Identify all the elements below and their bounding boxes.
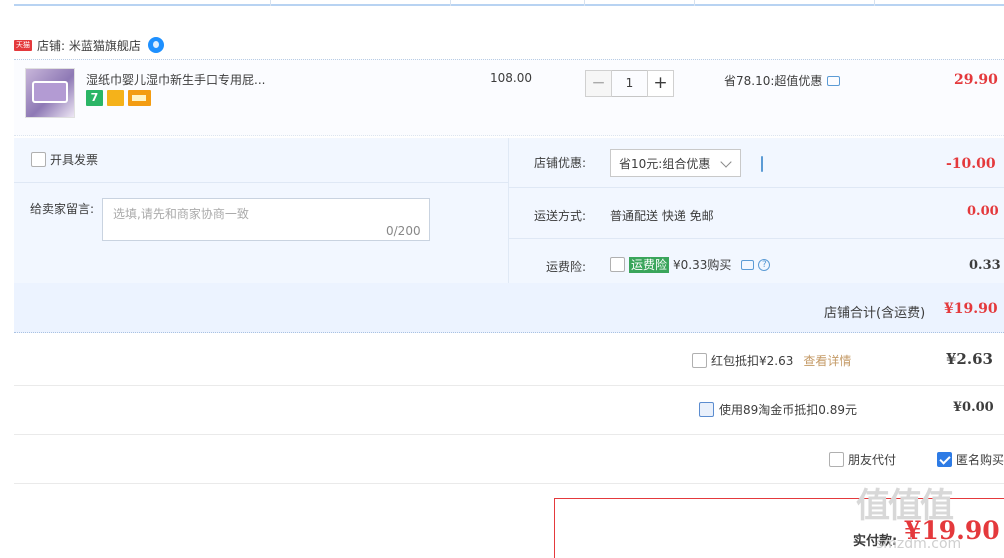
friend-pay-checkbox[interactable] [829, 452, 844, 467]
product-title[interactable]: 湿纸巾婴儿湿巾新生手口专用屁... [86, 71, 265, 88]
shipping-value: 普通配送 快递 免邮 [610, 209, 714, 223]
message-counter: 0/200 [386, 224, 421, 238]
divider [14, 385, 1004, 386]
red-packet-checkbox[interactable] [692, 353, 707, 368]
store-total-amount: ¥19.90 [944, 301, 998, 317]
red-packet-label: 红包抵扣¥2.63 [711, 354, 794, 368]
taojinbi-checkbox[interactable] [699, 402, 714, 417]
divider [14, 182, 508, 183]
invoice-checkbox[interactable] [31, 152, 46, 167]
comment-icon[interactable] [827, 75, 841, 86]
anonymous-option[interactable]: 匿名购买 [937, 451, 1004, 468]
guarantee-icon [107, 90, 124, 106]
item-subtotal: 29.90 [954, 72, 998, 88]
store-total-label: 店铺合计(含运费) [824, 306, 926, 321]
red-packet-details-link[interactable]: 查看详情 [803, 352, 851, 369]
insurance-amount: 0.33 [969, 258, 1001, 273]
help-icon[interactable]: ? [758, 258, 771, 271]
insurance-text: ¥0.33购买 [673, 258, 732, 272]
shipping-amount: 0.00 [967, 204, 999, 219]
tmall-badge-icon: 天猫 [14, 39, 32, 51]
saving-text: 省78.10:超值优惠 [724, 74, 823, 88]
column-header-bar [14, 0, 1004, 6]
comment-icon[interactable] [761, 156, 763, 172]
quantity-stepper: − 1 + [585, 70, 674, 97]
friend-pay-option[interactable]: 朋友代付 [829, 451, 896, 468]
product-thumbnail[interactable] [25, 68, 75, 118]
insurance-checkbox[interactable] [610, 257, 625, 272]
credit-card-icon [128, 90, 151, 106]
shipping-label: 运送方式: [534, 209, 587, 223]
chevron-down-icon [720, 156, 732, 168]
invoice-label: 开具发票 [50, 153, 99, 167]
shop-header: 天猫 店铺: 米蓝猫旗舰店 [14, 36, 164, 54]
message-placeholder: 选填,请先和商家协商一致 [113, 207, 249, 221]
taojinbi-label: 使用89淘金币抵扣0.89元 [719, 403, 857, 417]
red-packet-amount: ¥2.63 [946, 350, 993, 368]
taojinbi-option[interactable]: 使用89淘金币抵扣0.89元 [699, 401, 857, 418]
store-discount-select[interactable]: 省10元:组合优惠 [610, 149, 741, 177]
quantity-input[interactable]: 1 [612, 70, 647, 97]
red-packet-option[interactable]: 红包抵扣¥2.63 查看详情 [692, 352, 851, 369]
invoice-option[interactable]: 开具发票 [31, 151, 98, 168]
watermark-url: smzdm.com [876, 536, 962, 552]
store-discount-label: 店铺优惠: [534, 156, 587, 170]
seven-day-return-icon: 7 [86, 90, 103, 106]
insurance-label: 运费险: [546, 260, 587, 274]
divider [14, 434, 1004, 435]
divider [509, 238, 1004, 239]
anonymous-label: 匿名购买 [956, 453, 1004, 467]
divider [509, 187, 1004, 188]
store-discount-value: 省10元:组合优惠 [619, 156, 711, 171]
item-saving: 省78.10:超值优惠 [724, 72, 841, 89]
comment-icon[interactable] [741, 259, 755, 270]
insurance-badge: 运费险 [629, 256, 670, 273]
unit-price: 108.00 [490, 71, 532, 85]
anonymous-checkbox[interactable] [937, 452, 952, 467]
store-discount-amount: -10.00 [946, 156, 996, 172]
product-tags: 7 [86, 90, 151, 106]
wangwang-chat-icon[interactable] [147, 37, 164, 53]
shop-name[interactable]: 店铺: 米蓝猫旗舰店 [37, 37, 141, 54]
message-label: 给卖家留言: [30, 202, 95, 216]
decrease-button[interactable]: − [585, 70, 612, 97]
taojinbi-amount: ¥0.00 [953, 400, 994, 415]
friend-pay-label: 朋友代付 [848, 453, 897, 467]
divider [508, 138, 509, 283]
watermark-logo: 值值值 [856, 486, 954, 526]
increase-button[interactable]: + [647, 70, 674, 97]
insurance-option[interactable]: 运费险 ¥0.33购买 ? [610, 256, 771, 273]
